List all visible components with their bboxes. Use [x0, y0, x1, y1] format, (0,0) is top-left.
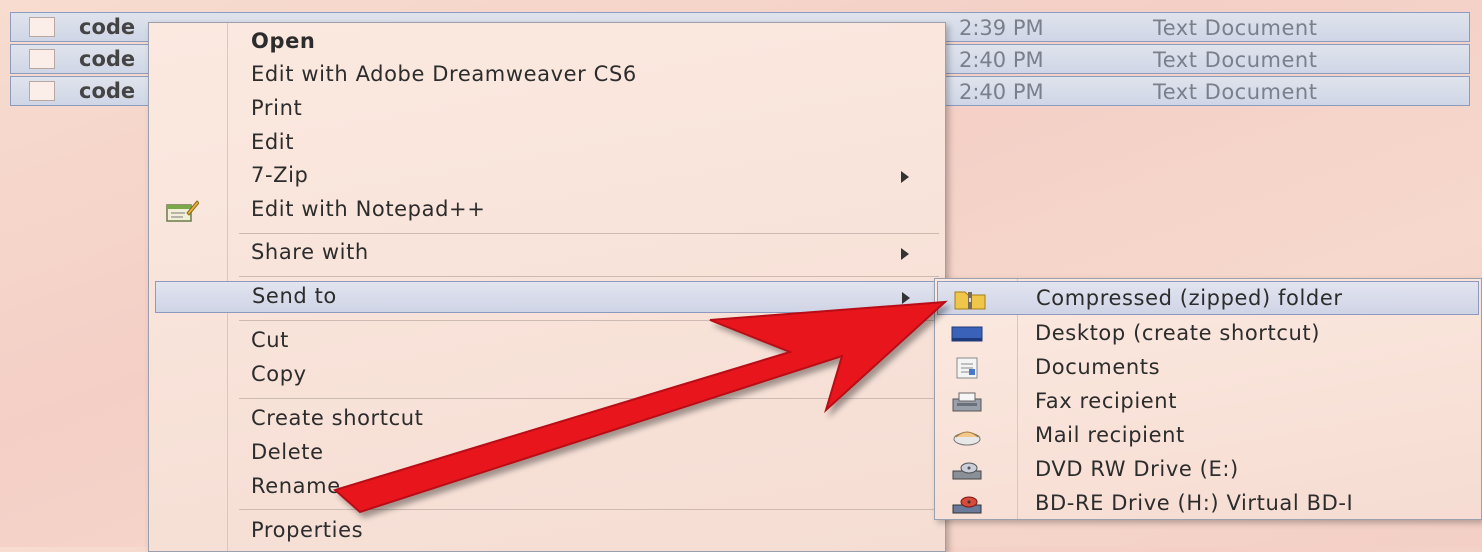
menu-item-label: 7-Zip	[251, 163, 309, 187]
desktop-icon	[951, 326, 983, 342]
submenu-item-label: Mail recipient	[1035, 423, 1185, 447]
text-file-icon	[29, 81, 55, 101]
menu-item-cut[interactable]: Cut	[149, 326, 945, 358]
bd-drive-icon	[952, 496, 982, 514]
submenu-item-fax-recipient[interactable]: Fax recipient	[935, 385, 1481, 419]
menu-item-label: Delete	[251, 440, 324, 464]
menu-item-label: Create shortcut	[251, 406, 424, 430]
menu-item-send-to[interactable]: Send to	[155, 281, 941, 313]
submenu-item-label: Documents	[1035, 355, 1161, 379]
submenu-item-label: Compressed (zipped) folder	[1036, 286, 1343, 310]
submenu-arrow-icon	[901, 248, 909, 260]
menu-item-delete[interactable]: Delete	[149, 438, 945, 470]
submenu-arrow-icon	[901, 171, 909, 183]
submenu-item-bd-drive[interactable]: BD-RE Drive (H:) Virtual BD-I	[935, 487, 1481, 521]
menu-item-copy[interactable]: Copy	[149, 360, 945, 392]
text-file-icon	[29, 49, 55, 69]
text-file-icon	[29, 17, 55, 37]
menu-item-label: Open	[251, 29, 316, 53]
mail-icon	[953, 431, 981, 446]
file-name: code	[79, 15, 136, 39]
submenu-item-documents[interactable]: Documents	[935, 351, 1481, 385]
dvd-drive-icon	[952, 462, 982, 480]
menu-item-label: Properties	[251, 518, 364, 542]
submenu-item-label: Fax recipient	[1035, 389, 1178, 413]
zip-folder-icon	[954, 291, 986, 310]
submenu-item-compressed-folder[interactable]: Compressed (zipped) folder	[937, 281, 1479, 315]
file-name: code	[79, 47, 136, 71]
menu-separator	[239, 509, 939, 510]
submenu-arrow-icon	[902, 292, 910, 304]
menu-item-label: Share with	[251, 240, 369, 264]
menu-item-label: Edit with Notepad++	[251, 197, 486, 221]
menu-item-label: Send to	[252, 284, 337, 308]
submenu-item-label: Desktop (create shortcut)	[1035, 321, 1321, 345]
menu-item-label: Cut	[251, 328, 290, 352]
menu-item-label: Edit with Adobe Dreamweaver CS6	[251, 62, 637, 86]
file-type: Text Document	[1153, 80, 1318, 104]
menu-item-label: Rename	[251, 474, 341, 498]
menu-item-properties[interactable]: Properties	[149, 516, 945, 548]
menu-item-edit-with-dreamweaver[interactable]: Edit with Adobe Dreamweaver CS6	[149, 60, 945, 92]
menu-item-rename[interactable]: Rename	[149, 472, 945, 504]
menu-separator	[239, 398, 939, 399]
notepad-plus-plus-icon	[166, 200, 199, 222]
file-modified-time: 2:40 PM	[959, 48, 1044, 72]
submenu-item-label: DVD RW Drive (E:)	[1035, 457, 1239, 481]
menu-item-label: Edit	[251, 130, 295, 154]
file-type: Text Document	[1153, 16, 1318, 40]
menu-item-share-with[interactable]: Share with	[149, 238, 945, 270]
file-modified-time: 2:40 PM	[959, 80, 1044, 104]
menu-item-7zip[interactable]: 7-Zip	[149, 161, 945, 193]
submenu-item-dvd-drive[interactable]: DVD RW Drive (E:)	[935, 453, 1481, 487]
menu-item-edit[interactable]: Edit	[149, 128, 945, 160]
submenu-item-desktop[interactable]: Desktop (create shortcut)	[935, 317, 1481, 351]
menu-separator	[239, 276, 939, 277]
menu-item-label: Print	[251, 96, 303, 120]
file-name: code	[79, 79, 136, 103]
send-to-submenu: Compressed (zipped) folder Desktop (crea…	[934, 278, 1482, 520]
menu-item-open[interactable]: Open	[149, 27, 945, 59]
menu-item-label: Copy	[251, 362, 307, 386]
menu-separator	[239, 233, 939, 234]
file-modified-time: 2:39 PM	[959, 16, 1044, 40]
menu-item-edit-with-notepad[interactable]: Edit with Notepad++	[149, 195, 945, 227]
context-menu: Open Edit with Adobe Dreamweaver CS6 Pri…	[148, 22, 946, 552]
documents-icon	[956, 357, 978, 379]
menu-item-print[interactable]: Print	[149, 94, 945, 126]
menu-separator	[239, 320, 939, 321]
fax-icon	[952, 392, 982, 412]
menu-item-create-shortcut[interactable]: Create shortcut	[149, 404, 945, 436]
submenu-item-mail-recipient[interactable]: Mail recipient	[935, 419, 1481, 453]
file-type: Text Document	[1153, 48, 1318, 72]
submenu-item-label: BD-RE Drive (H:) Virtual BD-I	[1035, 491, 1354, 515]
